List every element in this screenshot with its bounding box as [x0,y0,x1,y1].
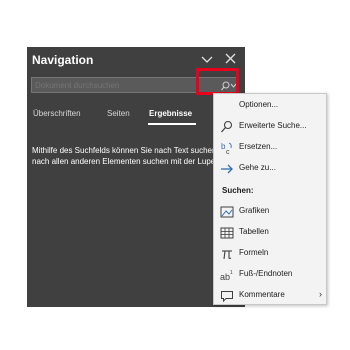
search-hint-text: Mithilfe des Suchfelds können Sie nach T… [32,146,219,166]
find-section-label: Suchen: [222,186,254,195]
menu-item-label: Kommentare [239,290,285,299]
footnote-icon: ab 1 [220,268,234,282]
menu-item-label: Gehe zu... [239,163,276,172]
menu-item-equations[interactable]: Formeln [214,244,326,264]
replace-icon: bc [220,141,234,155]
menu-item-replace[interactable]: bc Ersetzen... [214,138,326,158]
svg-text:1: 1 [230,270,233,276]
menu-item-label: Tabellen [239,227,269,236]
menu-item-goto[interactable]: Gehe zu... [214,159,326,179]
svg-text:ab: ab [220,272,230,282]
highlight-frame [196,68,239,95]
close-icon[interactable] [223,50,239,68]
search-input[interactable] [32,78,192,92]
submenu-arrow-icon: › [319,289,322,299]
menu-item-graphics[interactable]: Grafiken [214,202,326,222]
active-tab-indicator [148,123,196,125]
comment-icon [220,289,234,303]
tab-results[interactable]: Ergebnisse [149,109,192,118]
menu-item-options[interactable]: Optionen... [214,96,326,116]
svg-text:c: c [226,149,230,155]
navigation-title: Navigation [32,53,94,67]
menu-item-advanced-find[interactable]: Erweiterte Suche... [214,117,326,137]
menu-item-label: Grafiken [239,206,270,215]
menu-item-label: Optionen... [239,100,279,109]
menu-item-footnotes[interactable]: ab 1 Fuß-/Endnoten [214,265,326,285]
pi-icon [220,247,234,261]
menu-item-label: Formeln [239,248,269,257]
menu-item-comments[interactable]: Kommentare › [214,286,326,306]
menu-item-label: Erweiterte Suche... [239,121,307,130]
search-options-menu: Optionen... Erweiterte Suche... bc Erset… [213,93,327,305]
arrow-right-icon [220,162,234,176]
table-icon [220,226,234,240]
image-icon [220,205,234,219]
tab-pages[interactable]: Seiten [107,109,130,118]
chevron-down-icon[interactable] [199,50,215,68]
menu-item-label: Ersetzen... [239,142,278,151]
search-icon [220,120,234,134]
menu-item-tables[interactable]: Tabellen [214,223,326,243]
tab-headings[interactable]: Überschriften [33,109,81,118]
menu-item-label: Fuß-/Endnoten [239,269,293,278]
